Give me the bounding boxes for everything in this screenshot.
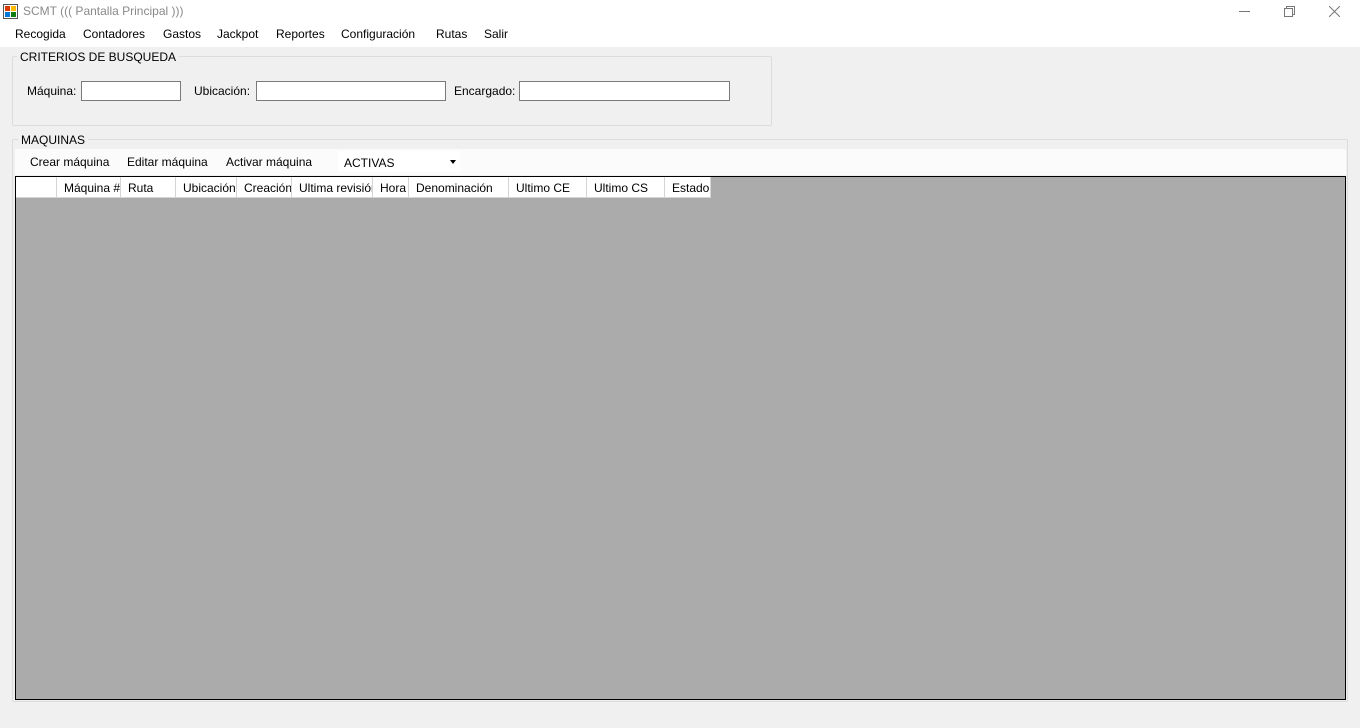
menu-recogida[interactable]: Recogida bbox=[15, 27, 66, 41]
column-header-route[interactable]: Ruta bbox=[121, 177, 176, 198]
grid-header: Máquina # Ruta Ubicación Creación Ultima… bbox=[16, 177, 711, 198]
window-title: SCMT ((( Pantalla Principal ))) bbox=[23, 4, 184, 18]
column-header-row-selector[interactable] bbox=[16, 177, 57, 198]
restore-icon bbox=[1284, 6, 1295, 17]
machines-toolbar: Crear máquina Editar máquina Activar máq… bbox=[15, 149, 1346, 175]
column-header-machine[interactable]: Máquina # bbox=[57, 177, 121, 198]
minimize-icon bbox=[1239, 11, 1250, 12]
minimize-button[interactable] bbox=[1222, 0, 1267, 23]
machines-grid[interactable]: Máquina # Ruta Ubicación Creación Ultima… bbox=[15, 176, 1346, 700]
dropdown-arrow-icon bbox=[450, 160, 456, 164]
close-icon bbox=[1329, 6, 1340, 17]
machine-label: Máquina: bbox=[27, 84, 77, 98]
machines-title: MAQUINAS bbox=[18, 133, 89, 147]
menu-reportes[interactable]: Reportes bbox=[276, 27, 325, 41]
search-criteria-title: CRITERIOS DE BUSQUEDA bbox=[17, 50, 180, 64]
column-header-last-cs[interactable]: Ultimo CS bbox=[587, 177, 665, 198]
activate-machine-button[interactable]: Activar máquina bbox=[226, 155, 312, 169]
status-filter-value: ACTIVAS bbox=[344, 156, 395, 170]
restore-button[interactable] bbox=[1267, 0, 1312, 23]
manager-search-input[interactable] bbox=[519, 81, 730, 101]
machine-search-input[interactable] bbox=[81, 81, 181, 101]
menu-configuracion[interactable]: Configuración bbox=[341, 27, 415, 41]
location-label: Ubicación: bbox=[194, 84, 251, 98]
location-search-input[interactable] bbox=[256, 81, 446, 101]
close-button[interactable] bbox=[1312, 0, 1357, 23]
column-header-last-review[interactable]: Ultima revisión bbox=[292, 177, 373, 198]
menu-bar: Recogida Contadores Gastos Jackpot Repor… bbox=[0, 23, 1360, 47]
column-header-last-ce[interactable]: Ultimo CE bbox=[509, 177, 587, 198]
menu-salir[interactable]: Salir bbox=[484, 27, 508, 41]
create-machine-button[interactable]: Crear máquina bbox=[30, 155, 109, 169]
status-filter-dropdown[interactable]: ACTIVAS bbox=[338, 151, 460, 172]
status-bar bbox=[0, 706, 1360, 728]
menu-jackpot[interactable]: Jackpot bbox=[217, 27, 258, 41]
app-window-icon[interactable] bbox=[3, 4, 18, 19]
menu-rutas[interactable]: Rutas bbox=[436, 27, 467, 41]
menu-gastos[interactable]: Gastos bbox=[163, 27, 201, 41]
menu-contadores[interactable]: Contadores bbox=[83, 27, 145, 41]
column-header-time[interactable]: Hora bbox=[373, 177, 409, 198]
edit-machine-button[interactable]: Editar máquina bbox=[127, 155, 208, 169]
title-bar: SCMT ((( Pantalla Principal ))) bbox=[0, 0, 1360, 23]
manager-label: Encargado: bbox=[454, 84, 516, 98]
column-header-location[interactable]: Ubicación bbox=[176, 177, 237, 198]
column-header-denomination[interactable]: Denominación bbox=[409, 177, 509, 198]
column-header-status[interactable]: Estado bbox=[665, 177, 711, 198]
column-header-created[interactable]: Creación bbox=[237, 177, 292, 198]
